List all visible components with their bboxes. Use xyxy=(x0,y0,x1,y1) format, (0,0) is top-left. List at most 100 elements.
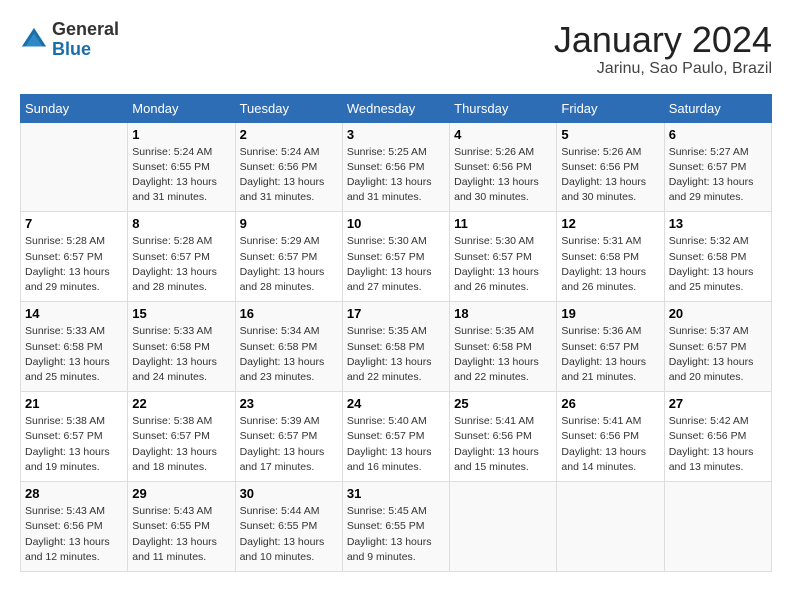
col-thursday: Thursday xyxy=(450,94,557,122)
table-row: 31Sunrise: 5:45 AM Sunset: 6:55 PM Dayli… xyxy=(342,482,449,572)
day-info: Sunrise: 5:28 AM Sunset: 6:57 PM Dayligh… xyxy=(132,234,230,295)
table-row: 17Sunrise: 5:35 AM Sunset: 6:58 PM Dayli… xyxy=(342,302,449,392)
day-info: Sunrise: 5:30 AM Sunset: 6:57 PM Dayligh… xyxy=(347,234,445,295)
table-row: 5Sunrise: 5:26 AM Sunset: 6:56 PM Daylig… xyxy=(557,122,664,212)
table-row xyxy=(450,482,557,572)
day-number: 1 xyxy=(132,127,230,142)
table-row: 4 Sunrise: 5:26 AM Sunset: 6:56 PM Daylig… xyxy=(450,122,557,212)
day-info: Sunrise: 5:45 AM Sunset: 6:55 PM Dayligh… xyxy=(347,504,445,565)
day-info: Sunrise: 5:44 AM Sunset: 6:55 PM Dayligh… xyxy=(240,504,338,565)
day-number: 19 xyxy=(561,306,659,321)
day-number: 22 xyxy=(132,396,230,411)
col-tuesday: Tuesday xyxy=(235,94,342,122)
day-number: 28 xyxy=(25,486,123,501)
day-info: Sunrise: 5:37 AM Sunset: 6:57 PM Dayligh… xyxy=(669,324,767,385)
day-info: Sunrise: 5:33 AM Sunset: 6:58 PM Dayligh… xyxy=(25,324,123,385)
logo-text: General Blue xyxy=(52,20,119,60)
table-row: 11 Sunrise: 5:30 AM Sunset: 6:57 PM Dayli… xyxy=(450,212,557,302)
table-row: 21 Sunrise: 5:38 AM Sunset: 6:57 PM Dayli… xyxy=(21,392,128,482)
page-header: General Blue January 2024 Jarinu, Sao Pa… xyxy=(20,20,772,78)
day-number: 17 xyxy=(347,306,445,321)
day-info: Sunrise: 5:33 AM Sunset: 6:58 PM Dayligh… xyxy=(132,324,230,385)
day-info: Sunrise: 5:42 AM Sunset: 6:56 PM Dayligh… xyxy=(669,414,767,475)
col-saturday: Saturday xyxy=(664,94,771,122)
calendar-week-row: 21 Sunrise: 5:38 AM Sunset: 6:57 PM Dayli… xyxy=(21,392,772,482)
day-number: 23 xyxy=(240,396,338,411)
col-sunday: Sunday xyxy=(21,94,128,122)
logo: General Blue xyxy=(20,20,119,60)
table-row xyxy=(21,122,128,212)
day-number: 15 xyxy=(132,306,230,321)
table-row: 23 Sunrise: 5:39 AM Sunset: 6:57 PM Dayli… xyxy=(235,392,342,482)
day-info: Sunrise: 5:29 AM Sunset: 6:57 PM Dayligh… xyxy=(240,234,338,295)
col-wednesday: Wednesday xyxy=(342,94,449,122)
month-year-title: January 2024 xyxy=(554,20,772,60)
day-number: 30 xyxy=(240,486,338,501)
table-row: 14Sunrise: 5:33 AM Sunset: 6:58 PM Dayli… xyxy=(21,302,128,392)
col-monday: Monday xyxy=(128,94,235,122)
day-info: Sunrise: 5:38 AM Sunset: 6:57 PM Dayligh… xyxy=(132,414,230,475)
day-number: 7 xyxy=(25,216,123,231)
table-row: 12 Sunrise: 5:31 AM Sunset: 6:58 PM Dayli… xyxy=(557,212,664,302)
day-info: Sunrise: 5:31 AM Sunset: 6:58 PM Dayligh… xyxy=(561,234,659,295)
calendar-table: Sunday Monday Tuesday Wednesday Thursday… xyxy=(20,94,772,572)
day-number: 29 xyxy=(132,486,230,501)
day-number: 10 xyxy=(347,216,445,231)
day-number: 11 xyxy=(454,216,552,231)
calendar-header-row: Sunday Monday Tuesday Wednesday Thursday… xyxy=(21,94,772,122)
day-info: Sunrise: 5:27 AM Sunset: 6:57 PM Dayligh… xyxy=(669,145,767,206)
table-row: 9 Sunrise: 5:29 AM Sunset: 6:57 PM Daylig… xyxy=(235,212,342,302)
day-number: 8 xyxy=(132,216,230,231)
day-info: Sunrise: 5:41 AM Sunset: 6:56 PM Dayligh… xyxy=(454,414,552,475)
day-info: Sunrise: 5:38 AM Sunset: 6:57 PM Dayligh… xyxy=(25,414,123,475)
table-row: 3Sunrise: 5:25 AM Sunset: 6:56 PM Daylig… xyxy=(342,122,449,212)
table-row: 22 Sunrise: 5:38 AM Sunset: 6:57 PM Dayli… xyxy=(128,392,235,482)
calendar-week-row: 14Sunrise: 5:33 AM Sunset: 6:58 PM Dayli… xyxy=(21,302,772,392)
day-number: 20 xyxy=(669,306,767,321)
day-number: 9 xyxy=(240,216,338,231)
day-number: 13 xyxy=(669,216,767,231)
table-row: 2Sunrise: 5:24 AM Sunset: 6:56 PM Daylig… xyxy=(235,122,342,212)
table-row xyxy=(557,482,664,572)
table-row: 16 Sunrise: 5:34 AM Sunset: 6:58 PM Dayli… xyxy=(235,302,342,392)
day-number: 16 xyxy=(240,306,338,321)
day-info: Sunrise: 5:43 AM Sunset: 6:56 PM Dayligh… xyxy=(25,504,123,565)
day-info: Sunrise: 5:34 AM Sunset: 6:58 PM Dayligh… xyxy=(240,324,338,385)
location-subtitle: Jarinu, Sao Paulo, Brazil xyxy=(554,60,772,78)
table-row: 26 Sunrise: 5:41 AM Sunset: 6:56 PM Dayli… xyxy=(557,392,664,482)
day-number: 12 xyxy=(561,216,659,231)
day-number: 18 xyxy=(454,306,552,321)
table-row: 27 Sunrise: 5:42 AM Sunset: 6:56 PM Dayli… xyxy=(664,392,771,482)
table-row: 7 Sunrise: 5:28 AM Sunset: 6:57 PM Daylig… xyxy=(21,212,128,302)
day-info: Sunrise: 5:26 AM Sunset: 6:56 PM Dayligh… xyxy=(454,145,552,206)
calendar-week-row: 28 Sunrise: 5:43 AM Sunset: 6:56 PM Dayli… xyxy=(21,482,772,572)
table-row xyxy=(664,482,771,572)
table-row: 28 Sunrise: 5:43 AM Sunset: 6:56 PM Dayli… xyxy=(21,482,128,572)
day-number: 4 xyxy=(454,127,552,142)
table-row: 8 Sunrise: 5:28 AM Sunset: 6:57 PM Daylig… xyxy=(128,212,235,302)
col-friday: Friday xyxy=(557,94,664,122)
day-number: 25 xyxy=(454,396,552,411)
day-number: 2 xyxy=(240,127,338,142)
table-row: 25 Sunrise: 5:41 AM Sunset: 6:56 PM Dayli… xyxy=(450,392,557,482)
day-number: 21 xyxy=(25,396,123,411)
day-info: Sunrise: 5:36 AM Sunset: 6:57 PM Dayligh… xyxy=(561,324,659,385)
table-row: 13Sunrise: 5:32 AM Sunset: 6:58 PM Dayli… xyxy=(664,212,771,302)
day-info: Sunrise: 5:25 AM Sunset: 6:56 PM Dayligh… xyxy=(347,145,445,206)
table-row: 15 Sunrise: 5:33 AM Sunset: 6:58 PM Dayli… xyxy=(128,302,235,392)
day-number: 27 xyxy=(669,396,767,411)
table-row: 24Sunrise: 5:40 AM Sunset: 6:57 PM Dayli… xyxy=(342,392,449,482)
day-number: 26 xyxy=(561,396,659,411)
day-info: Sunrise: 5:40 AM Sunset: 6:57 PM Dayligh… xyxy=(347,414,445,475)
day-info: Sunrise: 5:43 AM Sunset: 6:55 PM Dayligh… xyxy=(132,504,230,565)
day-info: Sunrise: 5:39 AM Sunset: 6:57 PM Dayligh… xyxy=(240,414,338,475)
table-row: 30 Sunrise: 5:44 AM Sunset: 6:55 PM Dayli… xyxy=(235,482,342,572)
table-row: 18 Sunrise: 5:35 AM Sunset: 6:58 PM Dayli… xyxy=(450,302,557,392)
day-info: Sunrise: 5:30 AM Sunset: 6:57 PM Dayligh… xyxy=(454,234,552,295)
day-info: Sunrise: 5:28 AM Sunset: 6:57 PM Dayligh… xyxy=(25,234,123,295)
day-info: Sunrise: 5:35 AM Sunset: 6:58 PM Dayligh… xyxy=(454,324,552,385)
day-number: 6 xyxy=(669,127,767,142)
table-row: 6 Sunrise: 5:27 AM Sunset: 6:57 PM Daylig… xyxy=(664,122,771,212)
day-info: Sunrise: 5:41 AM Sunset: 6:56 PM Dayligh… xyxy=(561,414,659,475)
day-info: Sunrise: 5:26 AM Sunset: 6:56 PM Dayligh… xyxy=(561,145,659,206)
